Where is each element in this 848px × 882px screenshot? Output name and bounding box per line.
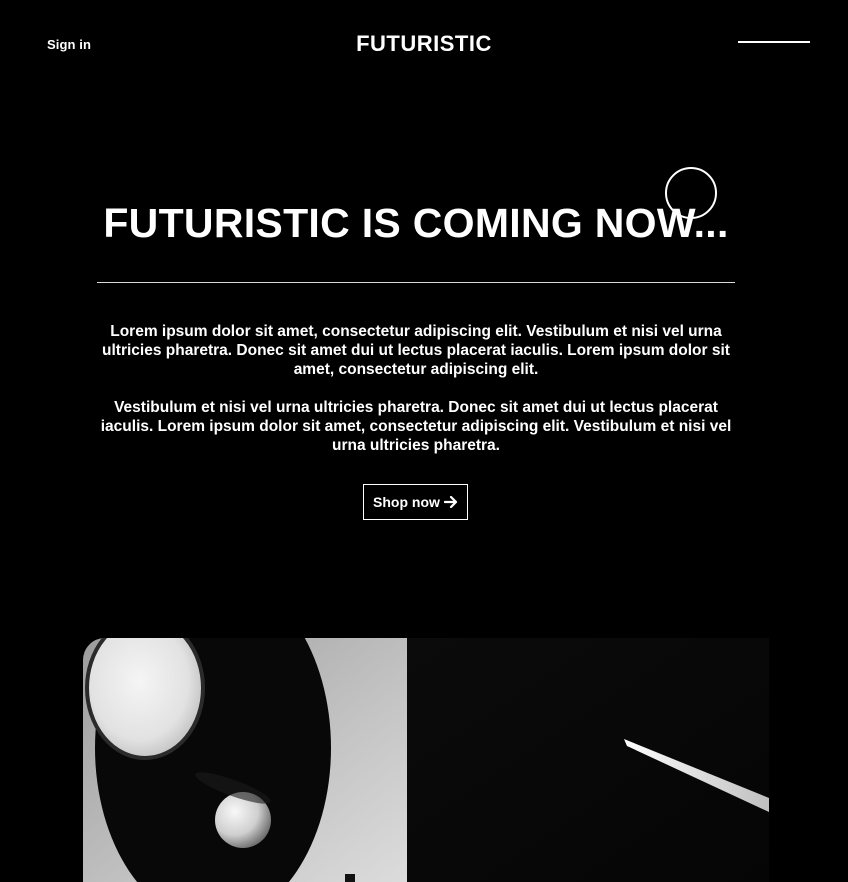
shop-now-button[interactable]: Shop now [363, 484, 468, 520]
hero-title: FUTURISTIC IS COMING NOW... [103, 200, 729, 246]
feature-image [83, 638, 769, 882]
hamburger-line-icon [738, 41, 810, 43]
hero-paragraph-1: Lorem ipsum dolor sit amet, consectetur … [102, 323, 730, 378]
shop-now-label: Shop now [373, 494, 440, 510]
brand-logo[interactable]: FUTURISTIC [0, 31, 848, 57]
hero-paragraph-2: Vestibulum et nisi vel urna ultricies ph… [100, 399, 732, 454]
menu-button[interactable] [737, 36, 811, 50]
abstract-photo [83, 638, 769, 882]
arrow-right-icon [443, 496, 458, 508]
page: Sign in FUTURISTIC FUTURISTIC IS COMING … [0, 0, 848, 882]
hero-divider [97, 282, 735, 283]
